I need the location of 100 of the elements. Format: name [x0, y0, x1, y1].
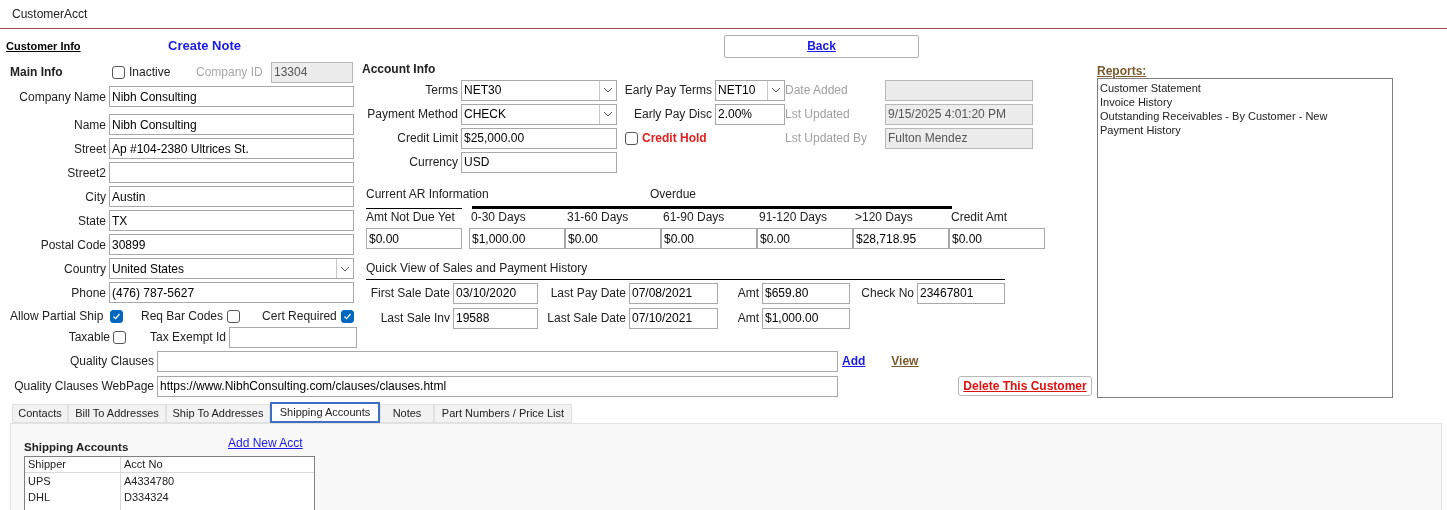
text-field[interactable]: $659.80: [762, 282, 850, 304]
field-label: Terms: [425, 82, 458, 99]
column-label: 31-60 Days: [567, 210, 629, 224]
back-button[interactable]: Back: [724, 34, 919, 58]
report-item[interactable]: Invoice History: [1100, 95, 1392, 109]
dropdown-field[interactable]: United States: [109, 258, 354, 279]
column-label: Amt Not Due Yet: [366, 210, 455, 224]
checkbox[interactable]: [110, 309, 123, 323]
tab[interactable]: Contacts: [12, 404, 68, 423]
field-label: Lst Updated By: [785, 130, 868, 147]
text-field[interactable]: $0.00: [949, 228, 1045, 249]
text-field[interactable]: Nibh Consulting: [109, 86, 354, 107]
text-field[interactable]: $0.00: [757, 228, 853, 249]
text-field[interactable]: 23467801: [917, 282, 1005, 304]
checkbox-label: Allow Partial Ship: [10, 308, 105, 325]
field-label: Name: [74, 116, 106, 134]
text-field[interactable]: 9/15/2025 4:01:20 PM: [885, 103, 1033, 125]
text-field[interactable]: USD: [461, 151, 617, 173]
field-label: Last Pay Date: [550, 285, 626, 302]
tab[interactable]: Shipping Accounts: [270, 402, 380, 423]
field-label: Street: [74, 140, 106, 158]
add-link[interactable]: Add: [842, 352, 866, 370]
tab[interactable]: Notes: [380, 404, 434, 423]
field-label: Last Sale Inv: [380, 310, 450, 327]
text-field[interactable]: [885, 79, 1033, 101]
text-field[interactable]: $28,718.95: [853, 228, 949, 249]
text-field[interactable]: Fulton Mendez: [885, 127, 1033, 149]
dropdown-field[interactable]: NET10: [715, 79, 785, 101]
report-item[interactable]: Payment History: [1100, 123, 1392, 137]
field-label: Company Name: [19, 88, 106, 106]
field-label: Street2: [67, 164, 106, 182]
field-label: Company ID: [196, 64, 264, 81]
checkbox[interactable]: [625, 131, 638, 145]
tab[interactable]: Ship To Addresses: [166, 404, 270, 423]
view-link[interactable]: View: [891, 352, 919, 370]
chevron-down-icon: [603, 111, 613, 117]
field-label: Amt: [737, 310, 759, 327]
text-field[interactable]: TX: [109, 210, 354, 231]
text-field[interactable]: 07/08/2021: [629, 282, 718, 304]
checkbox-label: Cert Required: [262, 308, 337, 325]
text-field[interactable]: Ap #104-2380 Ultrices St.: [109, 138, 354, 159]
text-field[interactable]: $25,000.00: [461, 127, 617, 149]
text-field[interactable]: 13304: [271, 61, 353, 83]
delete-customer-button[interactable]: Delete This Customer: [958, 376, 1092, 396]
section-title: Account Info: [362, 61, 436, 78]
report-item[interactable]: Outstanding Receivables - By Customer - New: [1100, 109, 1392, 123]
field-label: Credit Limit: [397, 130, 458, 147]
dropdown-field[interactable]: NET30: [461, 79, 617, 101]
panel-title: Shipping Accounts: [24, 439, 130, 455]
checkbox[interactable]: [113, 330, 126, 344]
text-field[interactable]: $1,000.00: [469, 228, 565, 249]
field-label: Taxable: [68, 329, 110, 346]
field-label: Postal Code: [40, 236, 106, 254]
field-label: Date Added: [785, 82, 848, 99]
text-field[interactable]: $0.00: [661, 228, 757, 249]
text-field[interactable]: Nibh Consulting: [109, 114, 354, 135]
chevron-down-icon: [603, 87, 613, 93]
tab[interactable]: Bill To Addresses: [68, 404, 166, 423]
text-field[interactable]: 03/10/2020: [453, 282, 538, 304]
window-title: CustomerAcct: [12, 6, 88, 23]
field-label: Currency: [409, 154, 458, 171]
checkbox[interactable]: [227, 309, 241, 323]
text-field[interactable]: https://www.NibhConsulting.com/clauses/clauses.html: [157, 375, 838, 397]
tab[interactable]: Part Numbers / Price List: [434, 404, 572, 423]
customer-info-link[interactable]: Customer Info: [6, 40, 81, 52]
checkmark-icon: [112, 311, 121, 321]
text-field[interactable]: (476) 787-5627: [109, 282, 354, 303]
chevron-down-icon: [340, 265, 350, 272]
table-cell-text: DHL: [28, 489, 50, 505]
field-label: Country: [63, 260, 106, 278]
text-field[interactable]: 07/10/2021: [629, 307, 718, 329]
add-account-link[interactable]: Add New Acct: [228, 434, 303, 452]
checkbox-label: Req Bar Codes: [141, 308, 224, 325]
field-label: Payment Method: [367, 106, 458, 123]
text-field[interactable]: 2.00%: [715, 103, 785, 125]
field-label: Tax Exempt Id: [149, 329, 226, 346]
field-label: Lst Updated: [785, 106, 850, 123]
field-label: State: [77, 212, 106, 230]
checkbox[interactable]: [112, 65, 125, 79]
text-field[interactable]: $0.00: [565, 228, 661, 249]
text-field[interactable]: 30899: [109, 234, 354, 255]
report-item[interactable]: Customer Statement: [1100, 81, 1392, 95]
dropdown-field[interactable]: CHECK: [461, 103, 617, 125]
text-field[interactable]: [157, 350, 838, 372]
credit-hold-label: Credit Hold: [642, 130, 707, 147]
column-header: Shipper: [28, 457, 66, 473]
text-field[interactable]: [109, 162, 354, 183]
text-field[interactable]: $0.00: [366, 228, 462, 249]
field-label: City: [85, 188, 106, 206]
create-note-link[interactable]: Create Note: [168, 38, 241, 54]
text-field[interactable]: Austin: [109, 186, 354, 207]
section-title: Current AR Information: [366, 186, 490, 203]
text-field[interactable]: $1,000.00: [762, 307, 850, 329]
column-label: >120 Days: [855, 210, 913, 224]
text-field[interactable]: 19588: [453, 307, 538, 329]
column-label: 0-30 Days: [471, 210, 526, 224]
checkmark-icon: [342, 311, 352, 321]
text-field[interactable]: [229, 326, 357, 348]
checkbox[interactable]: [340, 309, 354, 323]
field-label: Phone: [71, 284, 106, 302]
